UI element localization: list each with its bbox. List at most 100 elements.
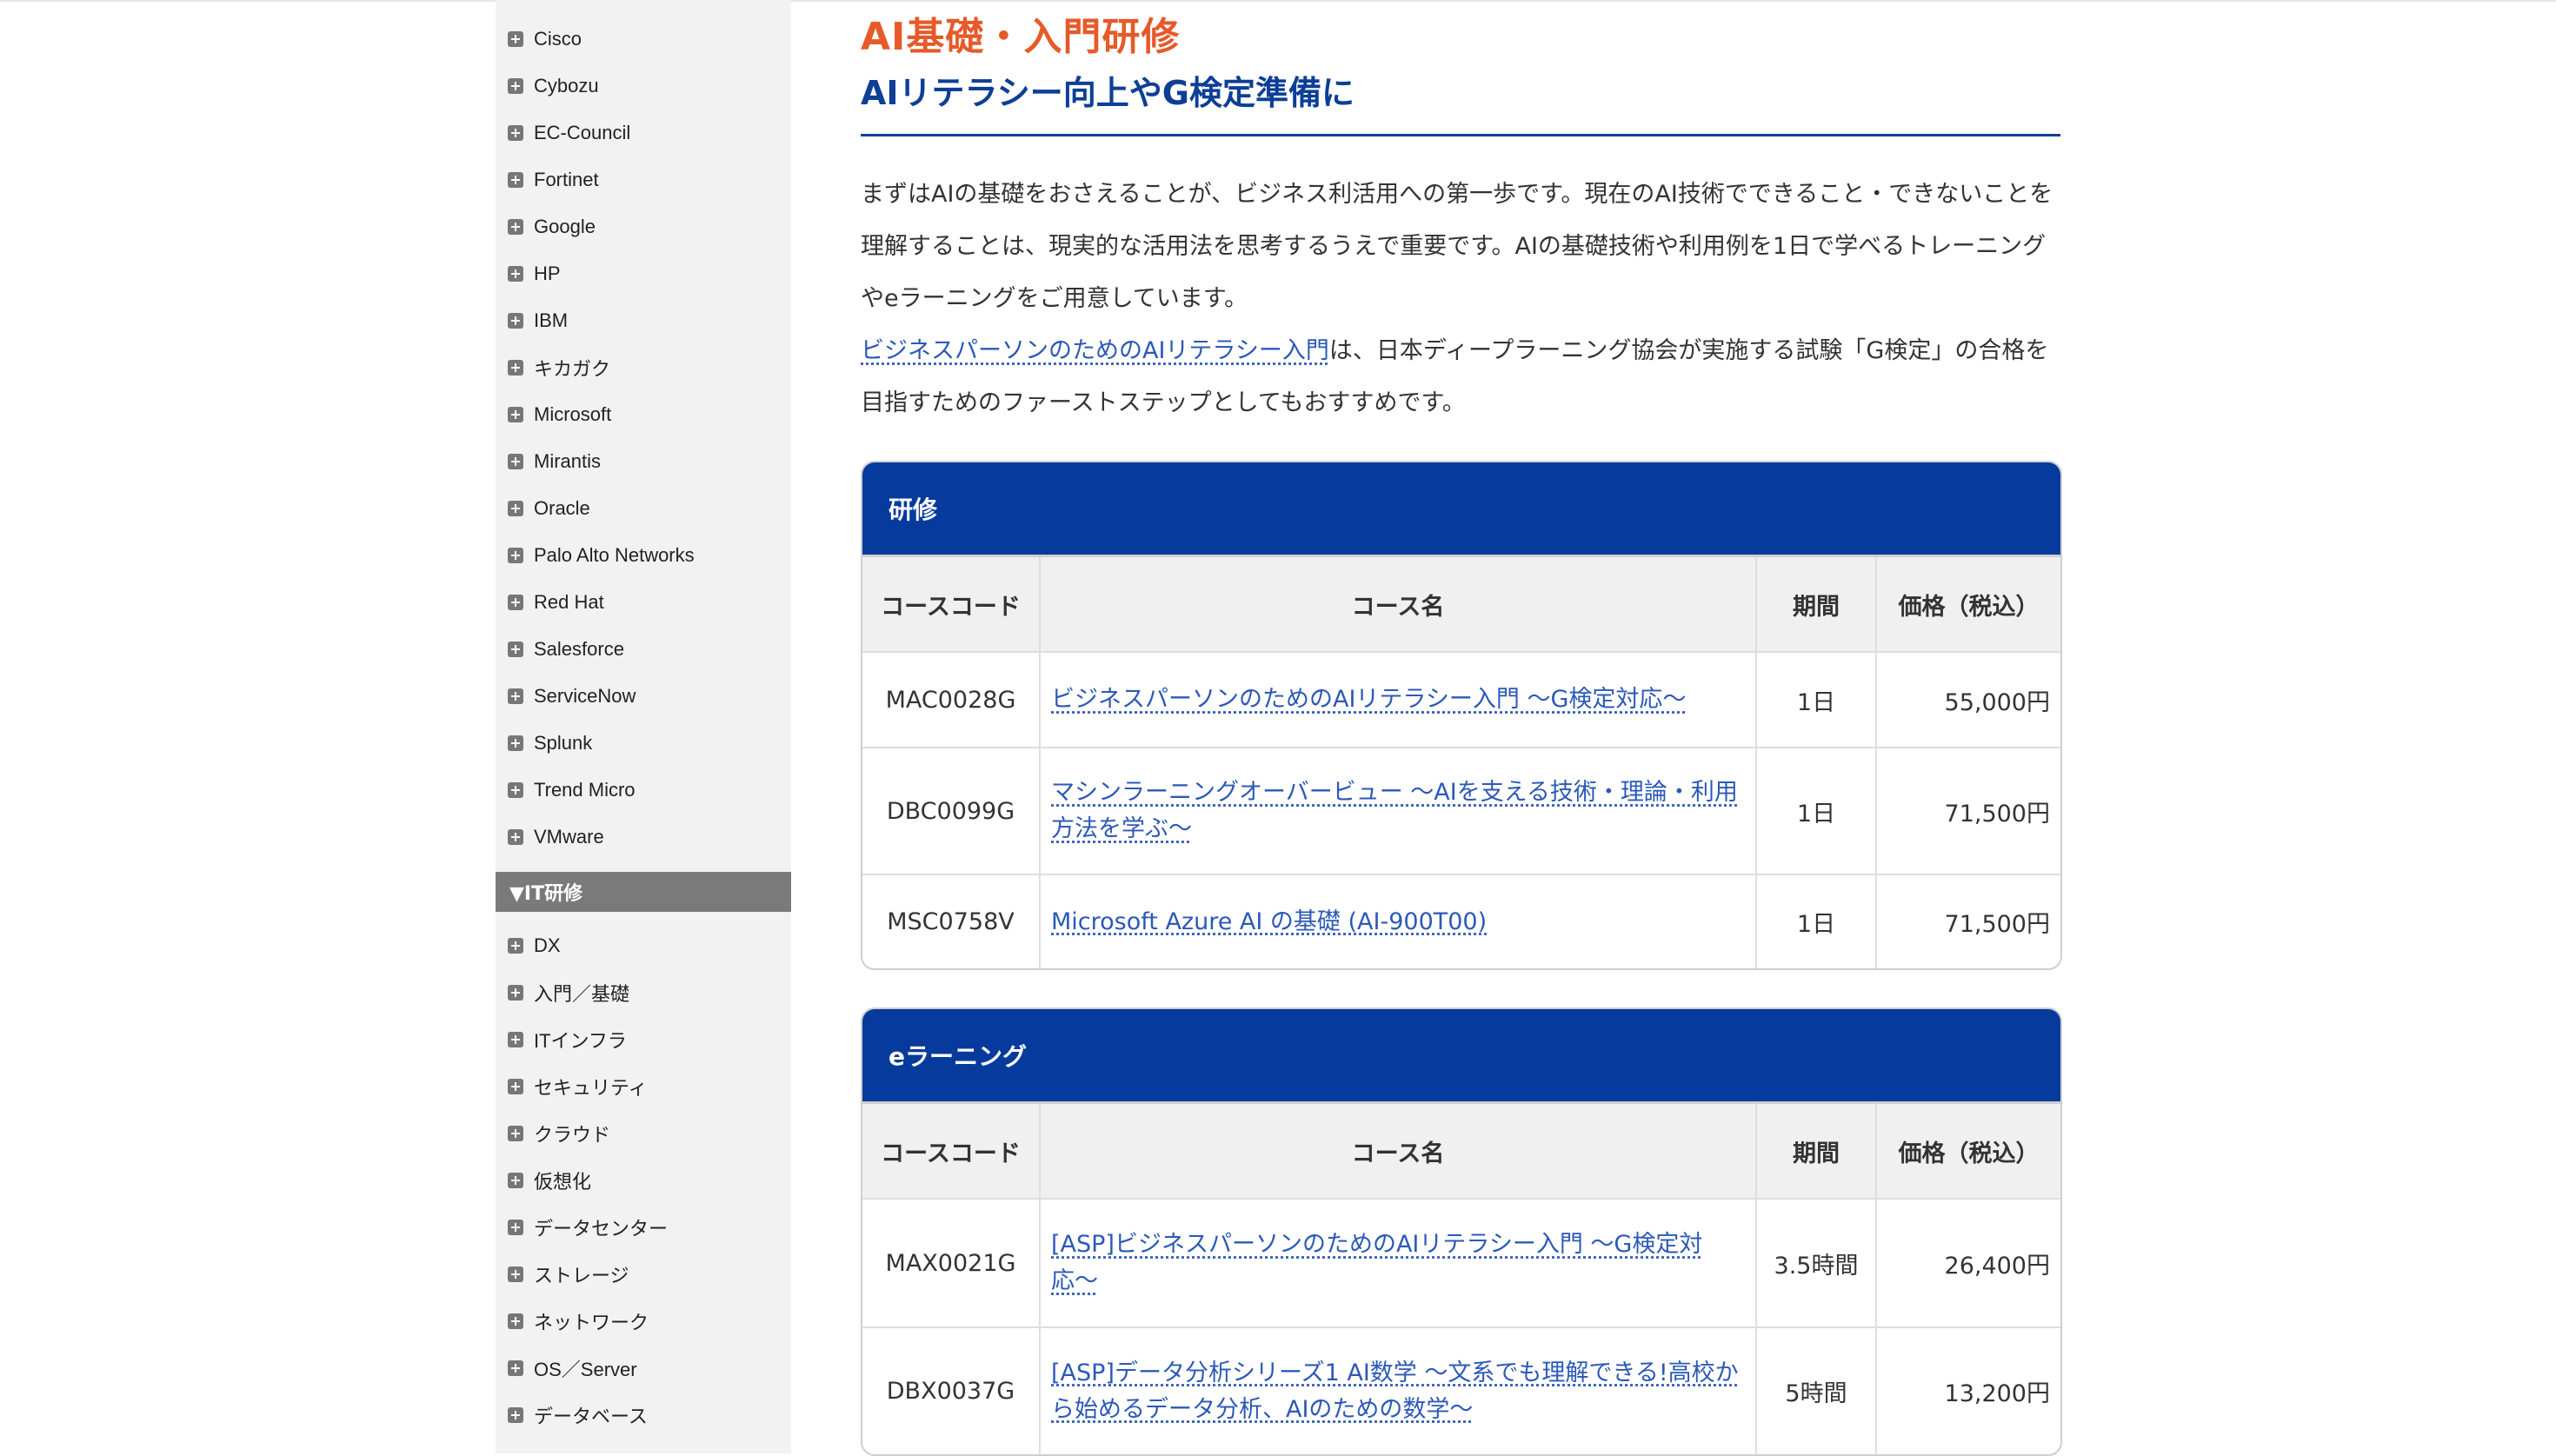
course-code: MAC0028G (862, 651, 1041, 748)
sidebar-item-label: Microsoft (534, 403, 612, 425)
sidebar-item-label: Palo Alto Networks (534, 544, 695, 566)
sidebar-item-vendor[interactable]: キカガク (496, 344, 791, 391)
sidebar-item-category[interactable]: ストレージ (496, 1251, 791, 1298)
sidebar-item-label: Red Hat (534, 591, 604, 613)
sidebar-item-label: VMware (534, 826, 604, 848)
course-code: DBX0037G (862, 1326, 1041, 1454)
sidebar-item-category[interactable]: DX (496, 922, 791, 969)
sidebar-item-vendor[interactable]: Fortinet (496, 156, 791, 203)
sidebar-item-vendor[interactable]: Red Hat (496, 579, 791, 626)
table-header-row: コースコード コース名 期間 価格（税込） (862, 1101, 2060, 1200)
plus-icon (508, 219, 523, 235)
sidebar-item-vendor[interactable]: Palo Alto Networks (496, 532, 791, 579)
column-header-name: コース名 (1039, 1101, 1757, 1200)
sidebar-item-vendor[interactable]: EC-Council (496, 110, 791, 156)
course-price: 55,000円 (1875, 651, 2060, 748)
sidebar-item-category[interactable]: データベース (496, 1392, 791, 1439)
column-header-name: コース名 (1039, 555, 1757, 653)
sidebar-item-label: IBM (534, 309, 569, 331)
column-header-price: 価格（税込） (1875, 1101, 2060, 1200)
sidebar-item-category[interactable]: セキュリティ (496, 1063, 791, 1110)
intro-paragraph: まずはAIの基礎をおさえることが、ビジネス利活用への第一歩です。現在のAI技術で… (861, 181, 2053, 312)
sidebar-item-vendor[interactable]: Salesforce (496, 626, 791, 673)
plus-icon (508, 125, 523, 141)
page-subtitle: AIリテラシー向上やG検定準備に (861, 74, 1355, 112)
sidebar-item-vendor[interactable]: Oracle (496, 485, 791, 532)
sidebar-item-vendor[interactable]: ServiceNow (496, 673, 791, 720)
sidebar-item-label: ServiceNow (534, 685, 636, 707)
column-header-price: 価格（税込） (1875, 555, 2060, 653)
sidebar-item-label: ITインフラ (534, 1030, 627, 1052)
course-name-cell: マシンラーニングオーバービュー 〜AIを支える技術・理論・利用方法を学ぶ〜 (1039, 747, 1757, 875)
course-link[interactable]: マシンラーニングオーバービュー 〜AIを支える技術・理論・利用方法を学ぶ〜 (1051, 779, 1738, 842)
sidebar-item-vendor[interactable]: Mirantis (496, 438, 791, 485)
course-link[interactable]: ビジネスパーソンのためのAIリテラシー入門 〜G検定対応〜 (1051, 686, 1686, 713)
course-price: 71,500円 (1875, 747, 2060, 875)
plus-icon (508, 78, 523, 94)
table-row: MAC0028G ビジネスパーソンのためのAIリテラシー入門 〜G検定対応〜 1… (862, 651, 2060, 748)
plus-icon (508, 313, 523, 329)
course-link[interactable]: [ASP]データ分析シリーズ1 AI数学 〜文系でも理解できる!高校から始めるデ… (1051, 1360, 1739, 1423)
sidebar-item-vendor[interactable]: Cybozu (496, 63, 791, 110)
sidebar-item-label: Google (534, 216, 596, 237)
sidebar-item-label: ストレージ (534, 1265, 629, 1286)
column-header-code: コースコード (862, 1101, 1041, 1200)
sidebar-item-vendor[interactable]: Cisco (496, 16, 791, 63)
course-duration: 3.5時間 (1755, 1198, 1877, 1328)
column-header-code: コースコード (862, 555, 1041, 653)
course-link[interactable]: Microsoft Azure AI の基礎 (AI-900T00) (1051, 908, 1487, 935)
literacy-course-link[interactable]: ビジネスパーソンのためのAIリテラシー入門 (861, 337, 1329, 364)
training-table: コースコード コース名 期間 価格（税込） MAC0028G ビジネスパーソンの… (862, 555, 2060, 968)
sidebar-section-header[interactable]: ▼IT研修 (496, 872, 791, 912)
training-card-header: 研修 (862, 462, 2060, 555)
plus-icon (508, 407, 523, 422)
elearning-table-card: eラーニング コースコード コース名 期間 価格（税込） MAX0021G [A… (861, 1007, 2062, 1456)
plus-icon (508, 642, 523, 657)
course-price: 26,400円 (1875, 1198, 2060, 1328)
sidebar-item-category[interactable]: 入門／基礎 (496, 969, 791, 1016)
sidebar-item-vendor[interactable]: Google (496, 203, 791, 250)
sidebar-item-label: DX (534, 934, 561, 956)
sidebar-item-label: クラウド (534, 1124, 611, 1146)
sidebar-item-label: OS／Server (534, 1359, 637, 1380)
sidebar-item-vendor[interactable]: Splunk (496, 720, 791, 767)
sidebar-item-label: Fortinet (534, 169, 599, 190)
top-border (0, 0, 2556, 2)
course-name-cell: [ASP]ビジネスパーソンのためのAIリテラシー入門 〜G検定対応〜 (1039, 1198, 1757, 1328)
plus-icon (508, 735, 523, 751)
plus-icon (508, 985, 523, 1001)
table-row: MSC0758V Microsoft Azure AI の基礎 (AI-900T… (862, 874, 2060, 968)
sidebar-item-label: Salesforce (534, 638, 624, 660)
course-link[interactable]: [ASP]ビジネスパーソンのためのAIリテラシー入門 〜G検定対応〜 (1051, 1231, 1702, 1294)
table-row: DBC0099G マシンラーニングオーバービュー 〜AIを支える技術・理論・利用… (862, 747, 2060, 875)
sidebar-item-vendor[interactable]: IBM (496, 297, 791, 344)
table-row: MAX0021G [ASP]ビジネスパーソンのためのAIリテラシー入門 〜G検定… (862, 1198, 2060, 1328)
elearning-card-header: eラーニング (862, 1009, 2060, 1101)
course-code: DBC0099G (862, 747, 1041, 875)
sidebar-item-category[interactable]: データセンター (496, 1204, 791, 1251)
sidebar-item-vendor[interactable]: VMware (496, 814, 791, 861)
sidebar-item-label: Cybozu (534, 75, 599, 96)
sidebar-item-vendor[interactable]: HP (496, 250, 791, 297)
plus-icon (508, 1032, 523, 1047)
sidebar-item-vendor[interactable]: Trend Micro (496, 767, 791, 814)
sidebar-item-category[interactable]: ITインフラ (496, 1016, 791, 1063)
course-name-cell: Microsoft Azure AI の基礎 (AI-900T00) (1039, 874, 1757, 968)
sidebar-item-category[interactable]: クラウド (496, 1110, 791, 1157)
sidebar-item-label: キカガク (534, 358, 611, 380)
plus-icon (508, 31, 523, 47)
sidebar-item-label: EC-Council (534, 122, 631, 143)
sidebar-item-label: セキュリティ (534, 1077, 648, 1099)
sidebar-item-label: 仮想化 (534, 1171, 592, 1193)
sidebar-item-vendor[interactable]: Microsoft (496, 391, 791, 438)
sidebar-item-label: Mirantis (534, 450, 602, 472)
sidebar-item-label: Trend Micro (534, 779, 636, 801)
sidebar-item-category[interactable]: 仮想化 (496, 1157, 791, 1204)
plus-icon (508, 1079, 523, 1094)
column-header-duration: 期間 (1755, 555, 1877, 653)
plus-icon (508, 1407, 523, 1423)
course-duration: 1日 (1755, 651, 1877, 748)
plus-icon (508, 501, 523, 516)
sidebar-item-category[interactable]: OS／Server (496, 1345, 791, 1392)
sidebar-item-category[interactable]: ネットワーク (496, 1298, 791, 1345)
